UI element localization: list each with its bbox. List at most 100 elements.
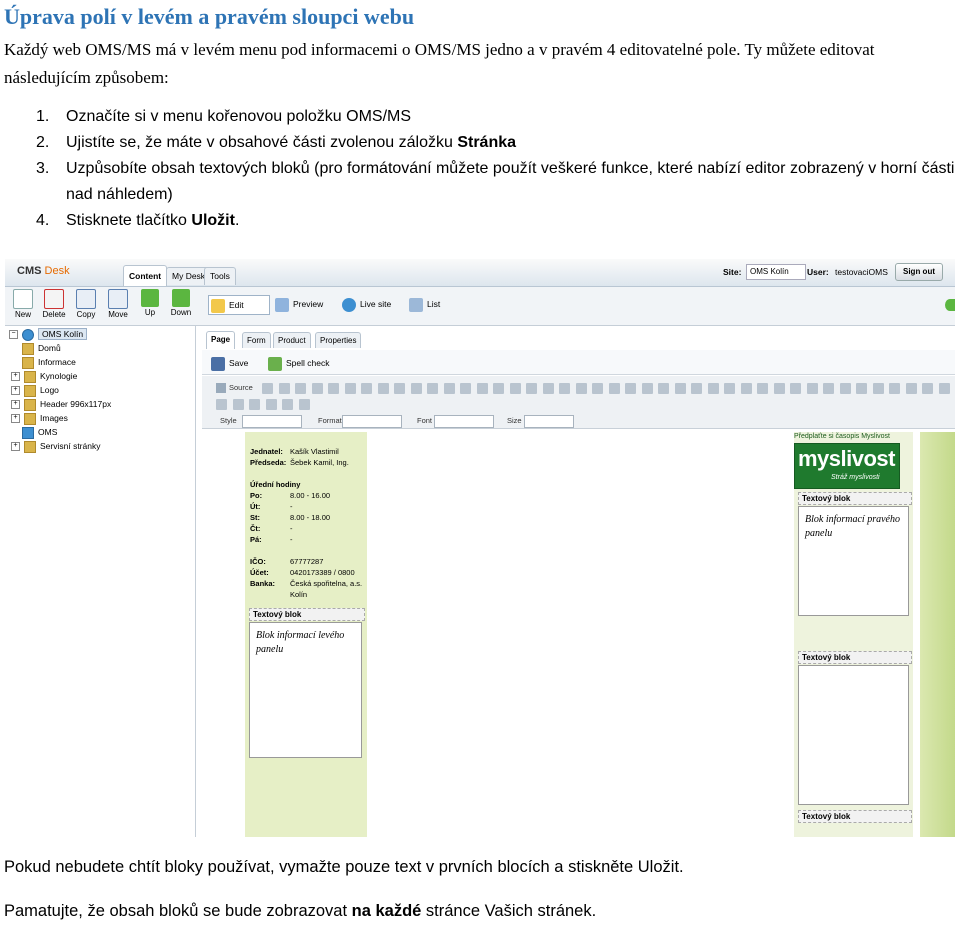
editor-tool-icon[interactable] <box>889 383 900 394</box>
spell-check-button[interactable]: Spell check <box>268 354 329 372</box>
help-icon[interactable] <box>945 299 955 311</box>
myslivost-logo[interactable]: myslivost Stráž myslivosti <box>794 443 900 489</box>
style-select[interactable] <box>242 415 302 428</box>
sign-out-button[interactable]: Sign out <box>895 263 943 281</box>
editor-tool-icon[interactable] <box>542 383 554 394</box>
editor-tool-icon[interactable] <box>295 383 306 394</box>
editor-tool-icon[interactable] <box>493 383 504 394</box>
editor-tool-icon[interactable] <box>938 383 950 394</box>
tab-content[interactable]: Content <box>123 265 168 286</box>
editor-tool-icon[interactable] <box>905 383 917 394</box>
editor-tool-icon[interactable] <box>839 383 851 394</box>
step-text: Označíte si v menu kořenovou položku OMS… <box>66 108 412 125</box>
editor-tool-icon[interactable] <box>344 383 356 394</box>
editor-tool-icon[interactable] <box>856 383 867 394</box>
editor-tool-icon[interactable] <box>707 383 719 394</box>
live-site-button[interactable]: Live site <box>342 295 391 313</box>
center-column <box>368 432 793 837</box>
editor-tool-icon[interactable] <box>592 383 603 394</box>
tree-item[interactable]: + Header 996x117px <box>11 398 111 411</box>
editor-tool-icon[interactable] <box>625 383 636 394</box>
down-button[interactable]: Down <box>166 289 196 317</box>
move-button[interactable]: Move <box>103 289 133 319</box>
tree-item[interactable]: Domů <box>22 342 61 355</box>
editor-tool-icon[interactable] <box>460 383 471 394</box>
editor-tool-icon[interactable] <box>674 383 686 394</box>
editor-tool-icon[interactable] <box>526 383 537 394</box>
editor-tool-icon[interactable] <box>262 383 273 394</box>
save-bar: Save Spell check <box>202 350 955 375</box>
editor-tool-icon[interactable] <box>443 383 455 394</box>
editor-tool-icon[interactable] <box>740 383 752 394</box>
tree-item[interactable]: + Kynologie <box>11 370 77 383</box>
editor-tool-icon[interactable] <box>509 383 521 394</box>
format-select[interactable] <box>342 415 402 428</box>
new-button[interactable]: New <box>8 289 38 319</box>
editor-tool-icon[interactable] <box>773 383 785 394</box>
editor-tool-icon[interactable] <box>922 383 933 394</box>
collapse-icon[interactable]: − <box>9 330 18 340</box>
preview-mode-button[interactable]: Preview <box>275 295 323 313</box>
editor-tool-icon[interactable] <box>757 383 768 394</box>
editor-tool-icon[interactable] <box>298 399 310 410</box>
editor-tool-icon[interactable] <box>608 383 620 394</box>
editor-tool-icon[interactable] <box>377 383 389 394</box>
editor-tool-icon[interactable] <box>641 383 653 394</box>
tab-tools[interactable]: Tools <box>204 267 236 285</box>
edit-mode-button[interactable]: Edit <box>208 295 270 315</box>
editor-tool-icon[interactable] <box>575 383 587 394</box>
editor-tool-icon[interactable] <box>410 383 422 394</box>
tree-item-root[interactable]: − OMS Kolín <box>9 328 88 341</box>
editor-tool-icon[interactable] <box>806 383 818 394</box>
right-text-block[interactable]: Blok informací pravého panelu <box>798 506 909 616</box>
editor-tool-icon[interactable] <box>265 399 277 410</box>
editor-tool-icon[interactable] <box>232 399 244 410</box>
font-select[interactable] <box>434 415 494 428</box>
editor-tool-icon[interactable] <box>823 383 834 394</box>
cms-screenshot: CMS Desk Content My Desk Tools Site: OMS… <box>5 259 955 837</box>
editor-tool-icon[interactable] <box>361 383 372 394</box>
editor-tool-icon[interactable] <box>724 383 735 394</box>
subtab-properties[interactable]: Properties <box>315 332 362 348</box>
expand-icon[interactable]: + <box>11 414 20 424</box>
subtab-product[interactable]: Product <box>273 332 311 348</box>
left-text-block[interactable]: Blok informací levého panelu <box>249 622 362 758</box>
delete-button[interactable]: Delete <box>39 289 69 319</box>
expand-icon[interactable]: + <box>11 400 20 410</box>
step-number: 2. <box>36 134 50 151</box>
tree-item[interactable]: + Logo <box>11 384 59 397</box>
tree-item[interactable]: Informace <box>22 356 76 369</box>
editor-tool-icon[interactable] <box>476 383 488 394</box>
list-mode-button[interactable]: List <box>409 295 440 313</box>
editor-tool-icon[interactable] <box>249 399 260 410</box>
user-name: testovaciOMS <box>835 267 888 277</box>
magazine-link[interactable]: Předplaťte si časopis Myslivost <box>794 433 890 440</box>
copy-button[interactable]: Copy <box>71 289 101 319</box>
editor-tool-icon[interactable] <box>278 383 290 394</box>
editor-tool-icon[interactable] <box>216 399 227 410</box>
expand-icon[interactable]: + <box>11 442 20 452</box>
editor-tool-icon[interactable] <box>790 383 801 394</box>
tree-item[interactable]: + Images <box>11 412 68 425</box>
tree-item[interactable]: + Servisní stránky <box>11 440 100 453</box>
editor-tool-icon[interactable] <box>427 383 438 394</box>
save-button[interactable]: Save <box>211 354 248 372</box>
size-select[interactable] <box>524 415 574 428</box>
subtab-form[interactable]: Form <box>242 332 271 348</box>
tree-item[interactable]: OMS <box>22 426 57 439</box>
expand-icon[interactable]: + <box>11 386 20 396</box>
right-text-block-empty[interactable] <box>798 665 909 805</box>
editor-tool-icon[interactable] <box>311 383 323 394</box>
editor-tool-icon[interactable] <box>282 399 293 410</box>
editor-tool-icon[interactable] <box>559 383 570 394</box>
editor-tool-icon[interactable] <box>394 383 405 394</box>
editor-tool-icon[interactable] <box>328 383 339 394</box>
site-select[interactable]: OMS Kolín <box>746 264 806 280</box>
expand-icon[interactable]: + <box>11 372 20 382</box>
subtab-page[interactable]: Page <box>206 331 236 349</box>
source-button[interactable]: Source <box>229 383 253 392</box>
editor-tool-icon[interactable] <box>658 383 669 394</box>
up-button[interactable]: Up <box>135 289 165 317</box>
editor-tool-icon[interactable] <box>691 383 702 394</box>
editor-tool-icon[interactable] <box>872 383 884 394</box>
